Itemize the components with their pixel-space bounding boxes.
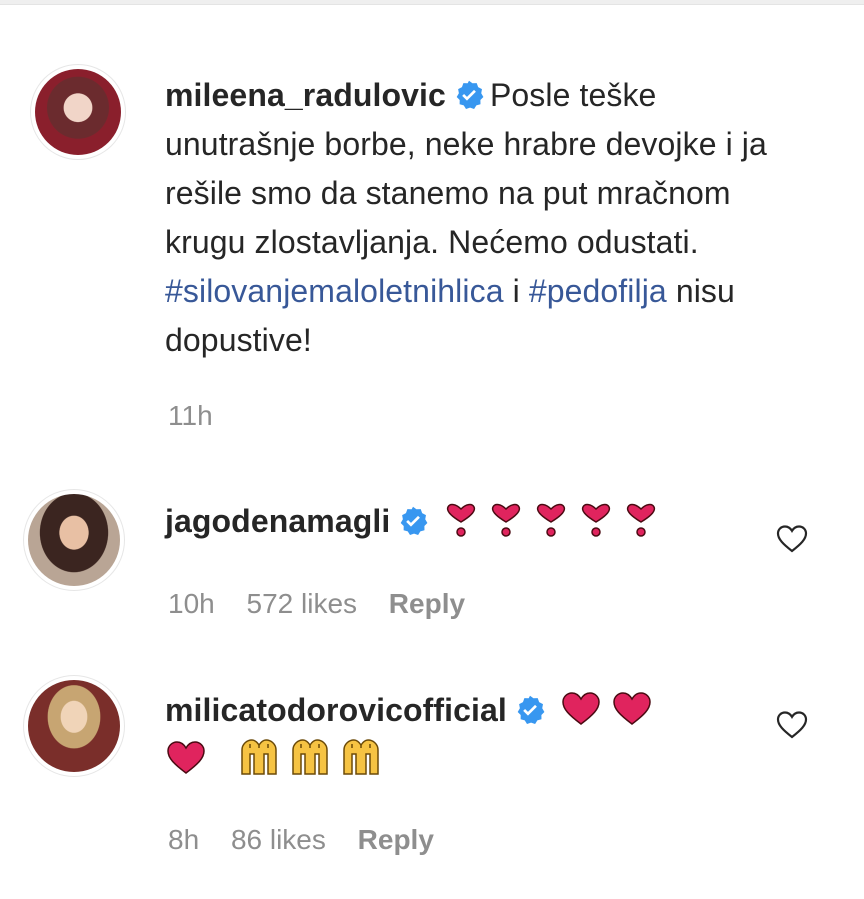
heart-exclamation-emoji [447,503,476,537]
comment-meta: 11h [168,400,237,432]
likes-count[interactable]: 86 likes [231,824,326,855]
comment-meta: 8h 86 likes Reply [168,824,458,856]
raising-hands-emoji [241,739,277,775]
hashtag-link[interactable]: #silovanjemaloletnihlica [165,273,504,309]
raising-hands-emoji [343,739,379,775]
comment-username[interactable]: jagodenamagli [165,503,390,539]
comment-meta: 10h 572 likes Reply [168,588,489,620]
verified-badge-icon [456,80,484,110]
top-divider [0,0,864,5]
comment-time[interactable]: 8h [168,824,199,855]
heart-exclamation-emoji [582,503,611,537]
red-heart-emoji [562,692,600,725]
caption-connector: i [512,273,520,309]
avatar[interactable] [24,676,124,776]
red-heart-emoji [167,741,205,774]
avatar[interactable] [24,490,124,590]
emoji-row [560,692,653,728]
heart-exclamation-emoji [537,503,566,537]
heart-outline-icon[interactable] [776,710,808,740]
emoji-row [165,739,382,777]
raising-hands-emoji [292,739,328,775]
hashtag-link[interactable]: #pedofilja [529,273,667,309]
heart-outline-icon[interactable] [776,524,808,554]
heart-exclamation-emoji [492,503,521,537]
heart-exclamation-emoji [627,503,656,537]
verified-badge-icon [517,695,545,725]
comment-time[interactable]: 11h [168,400,213,431]
comment-username[interactable]: mileena_radulovic [165,77,446,113]
caption-text: mileena_radulovic Posle teške unutrašnje … [165,71,815,365]
likes-count[interactable]: 572 likes [247,588,358,619]
reply-button[interactable]: Reply [358,824,434,855]
comment-username[interactable]: milicatodorovicofficial [165,692,507,728]
reply-button[interactable]: Reply [389,588,465,619]
verified-badge-icon [401,506,428,536]
red-heart-emoji [613,692,651,725]
comment-time[interactable]: 10h [168,588,215,619]
avatar[interactable] [31,65,125,159]
comment-text: milicatodorovicofficial [165,686,765,784]
comment-text: jagodenamagli [165,497,765,546]
emoji-row [443,503,659,539]
